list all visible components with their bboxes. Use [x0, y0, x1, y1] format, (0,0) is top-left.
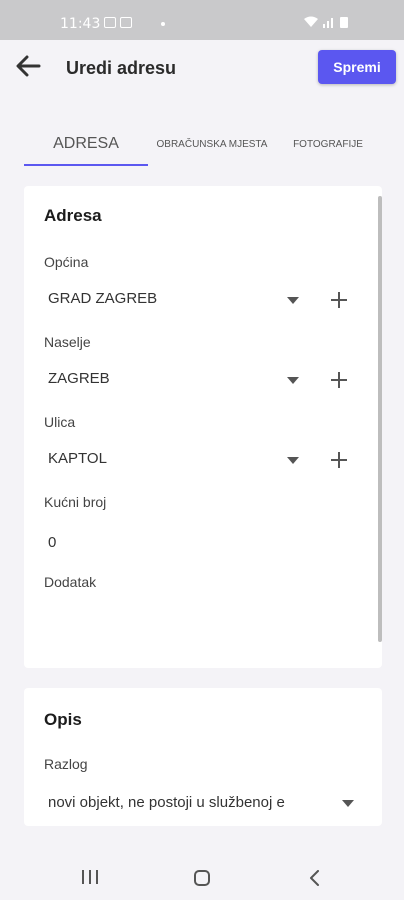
battery-icon: [340, 17, 348, 28]
ulica-add-icon[interactable]: [329, 450, 349, 470]
tab-adresa[interactable]: ADRESA: [24, 122, 148, 166]
status-bar: 11:43: [0, 0, 404, 40]
gallery-notification-icon: [120, 17, 132, 28]
opcina-select[interactable]: GRAD ZAGREB: [48, 290, 157, 307]
notification-icons: [104, 17, 132, 28]
razlog-select[interactable]: novi objekt, ne postoji u službenoj e: [48, 794, 338, 811]
naselje-label: Naselje: [44, 334, 91, 350]
ulica-label: Ulica: [44, 414, 76, 430]
image-notification-icon: [104, 17, 116, 28]
save-button[interactable]: Spremi: [318, 50, 396, 84]
app-bar: Uredi adresu Spremi: [0, 40, 404, 98]
description-card: Opis Razlog novi objekt, ne postoji u sl…: [24, 688, 382, 826]
address-card: Adresa Općina GRAD ZAGREB Naselje ZAGREB…: [24, 186, 382, 668]
signal-icon: [323, 18, 333, 28]
kucni-broj-label: Kućni broj: [44, 494, 107, 510]
recents-icon[interactable]: [82, 870, 98, 884]
wifi-icon: [304, 16, 318, 27]
home-icon[interactable]: [194, 870, 210, 886]
scrollbar[interactable]: [378, 196, 382, 642]
nav-back-icon[interactable]: [308, 870, 322, 886]
description-section-title: Opis: [44, 710, 82, 729]
opcina-add-icon[interactable]: [329, 290, 349, 310]
razlog-dropdown-icon[interactable]: [342, 800, 354, 807]
kucni-broj-input[interactable]: 0: [48, 534, 56, 551]
system-status-icons: [304, 16, 348, 28]
page-title: Uredi adresu: [66, 58, 177, 78]
back-button[interactable]: [14, 52, 42, 80]
naselje-dropdown-icon[interactable]: [287, 377, 299, 384]
opcina-dropdown-icon[interactable]: [287, 297, 299, 304]
address-section-title: Adresa: [44, 206, 102, 225]
tab-bar: ADRESA OBRAČUNSKA MJESTA FOTOGRAFIJE: [24, 122, 380, 168]
arrow-left-icon: [16, 55, 41, 77]
dodatak-input[interactable]: [48, 610, 348, 630]
dodatak-label: Dodatak: [44, 574, 97, 590]
ulica-select[interactable]: KAPTOL: [48, 450, 107, 467]
razlog-label: Razlog: [44, 756, 88, 772]
tab-fotografije[interactable]: FOTOGRAFIJE: [276, 122, 380, 166]
tab-obracunska-mjesta[interactable]: OBRAČUNSKA MJESTA: [148, 122, 276, 166]
opcina-label: Općina: [44, 254, 89, 270]
more-notifications-icon: [161, 22, 165, 26]
ulica-dropdown-icon[interactable]: [287, 457, 299, 464]
status-time: 11:43: [60, 16, 101, 32]
naselje-add-icon[interactable]: [329, 370, 349, 390]
active-tab-indicator: [24, 164, 148, 166]
naselje-select[interactable]: ZAGREB: [48, 370, 110, 387]
system-nav-bar: [0, 852, 404, 900]
